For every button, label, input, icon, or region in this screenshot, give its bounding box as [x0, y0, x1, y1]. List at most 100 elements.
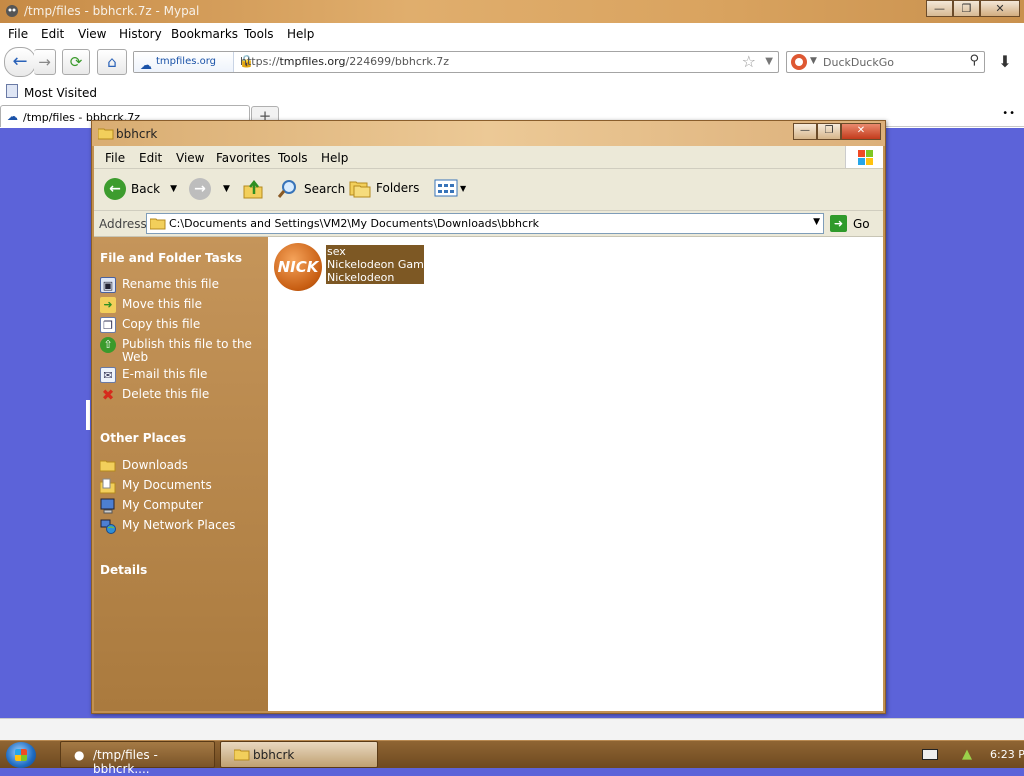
explorer-menu-view[interactable]: View	[176, 151, 204, 165]
up-folder-button[interactable]	[242, 178, 264, 200]
rename-file-link[interactable]: ▣ Rename this file	[100, 277, 252, 293]
menu-edit[interactable]: Edit	[41, 27, 64, 41]
url-history-dropdown-icon[interactable]: ▼	[765, 56, 773, 67]
back-dropdown-icon[interactable]: ▼	[170, 184, 177, 194]
keyboard-icon[interactable]	[922, 749, 938, 760]
reload-button[interactable]: ⟳	[62, 49, 90, 75]
search-icon[interactable]: ⚲	[969, 53, 979, 68]
copy-file-link[interactable]: ❐ Copy this file	[100, 317, 252, 333]
folders-button[interactable]: Folders	[349, 178, 419, 198]
forward-button[interactable]: →	[34, 49, 56, 75]
forward-arrow-icon: →	[38, 53, 51, 71]
file-name: sex	[327, 245, 346, 258]
place-downloads[interactable]: Downloads	[99, 458, 252, 474]
address-dropdown-icon[interactable]: ▼	[813, 217, 820, 227]
copy-file-label: Copy this file	[122, 317, 201, 331]
move-file-label: Move this file	[122, 297, 202, 311]
up-folder-icon	[243, 179, 263, 199]
network-icon[interactable]: ▲	[962, 747, 972, 762]
delete-icon: ✖	[101, 386, 115, 404]
search-input[interactable]: DuckDuckGo	[823, 56, 894, 69]
go-button[interactable]: ➜ Go	[830, 215, 870, 232]
file-label-selected[interactable]: sex Nickelodeon Game Nickelodeon	[326, 245, 424, 284]
explorer-forward-button[interactable]: → ▼	[189, 178, 230, 200]
delete-file-link[interactable]: ✖ Delete this file	[100, 387, 252, 403]
browser-title: /tmp/files - bbhcrk.7z - Mypal	[24, 4, 200, 18]
details-heading[interactable]: Details	[100, 563, 147, 577]
taskbar: ● /tmp/files - bbhcrk.... bbhcrk ▲ 6:23 …	[0, 740, 1024, 776]
task-pane: File and Folder Tasks ▣ Rename this file…	[94, 237, 268, 711]
explorer-menu-file[interactable]: File	[105, 151, 125, 165]
back-button[interactable]: ←	[4, 47, 36, 77]
start-button[interactable]	[6, 742, 36, 768]
copy-icon: ❐	[100, 317, 116, 333]
file-view-pane[interactable]: NICK sex Nickelodeon Game Nickelodeon	[268, 237, 883, 711]
menu-history[interactable]: History	[119, 27, 162, 41]
place-my-documents-label: My Documents	[122, 478, 212, 492]
url-text[interactable]: https://tmpfiles.org/224699/bbhcrk.7z	[240, 55, 449, 68]
explorer-menu-edit[interactable]: Edit	[139, 151, 162, 165]
publish-file-link[interactable]: ⇧ Publish this file to the Web	[100, 337, 252, 364]
place-my-documents[interactable]: My Documents	[99, 478, 252, 494]
explorer-menu-tools[interactable]: Tools	[278, 151, 308, 165]
address-input[interactable]: C:\Documents and Settings\VM2\My Documen…	[146, 213, 824, 234]
rename-file-label: Rename this file	[122, 277, 220, 291]
my-computer-icon	[100, 498, 116, 514]
rename-icon: ▣	[100, 277, 116, 293]
move-file-link[interactable]: ➜ Move this file	[100, 297, 252, 313]
explorer-menu-favorites[interactable]: Favorites	[216, 151, 270, 165]
file-folder-tasks-heading[interactable]: File and Folder Tasks	[100, 251, 242, 265]
menu-help[interactable]: Help	[287, 27, 314, 41]
home-button[interactable]: ⌂	[97, 49, 127, 75]
all-tabs-icon[interactable]: ••	[1002, 108, 1016, 119]
close-button[interactable]: ✕	[980, 0, 1020, 17]
my-documents-icon	[99, 478, 116, 494]
downloads-button[interactable]: ⬇	[990, 49, 1020, 75]
bookmark-star-icon[interactable]: ☆	[742, 52, 756, 71]
search-bar[interactable]: ▼ DuckDuckGo ⚲	[786, 51, 985, 73]
file-type: Nickelodeon Game	[327, 258, 423, 271]
explorer-minimize-button[interactable]: —	[793, 123, 817, 140]
url-bar[interactable]: ☁ tmpfiles.org 🔒 https://tmpfiles.org/22…	[133, 51, 779, 73]
duckduckgo-icon[interactable]	[791, 54, 807, 70]
views-button[interactable]: ▼	[434, 178, 466, 198]
back-arrow-icon: ←	[12, 51, 28, 72]
folder-icon	[98, 128, 114, 140]
maximize-button[interactable]: ❐	[953, 0, 980, 17]
email-file-link[interactable]: ✉ E-mail this file	[100, 367, 252, 383]
explorer-maximize-button[interactable]: ❐	[817, 123, 841, 140]
mypal-logo-icon: ●	[74, 748, 85, 762]
menu-view[interactable]: View	[78, 27, 106, 41]
mypal-logo-icon	[6, 5, 18, 17]
windows-flag-icon	[845, 146, 883, 168]
browser-menu-bar: File Edit View History Bookmarks Tools H…	[0, 23, 1024, 45]
explorer-back-button[interactable]: ← Back ▼	[104, 178, 177, 200]
explorer-close-button[interactable]: ✕	[841, 123, 881, 140]
bookmark-most-visited[interactable]: Most Visited	[24, 86, 97, 100]
site-identity-button[interactable]: ☁ tmpfiles.org	[134, 52, 234, 72]
minimize-button[interactable]: —	[926, 0, 953, 17]
nickelodeon-logo-icon[interactable]: NICK	[274, 243, 322, 291]
clock[interactable]: 6:23 PM	[990, 748, 1024, 761]
taskbar-item-browser[interactable]: ● /tmp/files - bbhcrk....	[60, 741, 215, 776]
explorer-title-bar[interactable]: bbhcrk — ❐ ✕	[92, 121, 885, 146]
place-my-network-places[interactable]: My Network Places	[100, 518, 252, 534]
views-dropdown-icon[interactable]: ▼	[460, 184, 466, 193]
explorer-title: bbhcrk	[116, 127, 158, 141]
url-host: tmpfiles.org	[279, 55, 346, 68]
forward-dropdown-icon[interactable]: ▼	[223, 184, 230, 194]
download-arrow-icon: ⬇	[998, 52, 1012, 71]
menu-file[interactable]: File	[8, 27, 28, 41]
browser-title-bar[interactable]: /tmp/files - bbhcrk.7z - Mypal — ❐ ✕	[0, 0, 1024, 23]
explorer-menu-help[interactable]: Help	[321, 151, 348, 165]
menu-bookmarks[interactable]: Bookmarks	[171, 27, 238, 41]
folder-icon	[150, 218, 166, 230]
place-my-computer[interactable]: My Computer	[100, 498, 252, 514]
search-engine-dropdown-icon[interactable]: ▼	[810, 56, 817, 66]
menu-tools[interactable]: Tools	[244, 27, 274, 41]
search-button[interactable]: Search	[277, 178, 345, 200]
views-icon	[434, 179, 458, 197]
site-identity-label: tmpfiles.org	[156, 56, 217, 67]
other-places-heading[interactable]: Other Places	[100, 431, 186, 445]
taskbar-item-explorer[interactable]: bbhcrk	[220, 741, 378, 768]
